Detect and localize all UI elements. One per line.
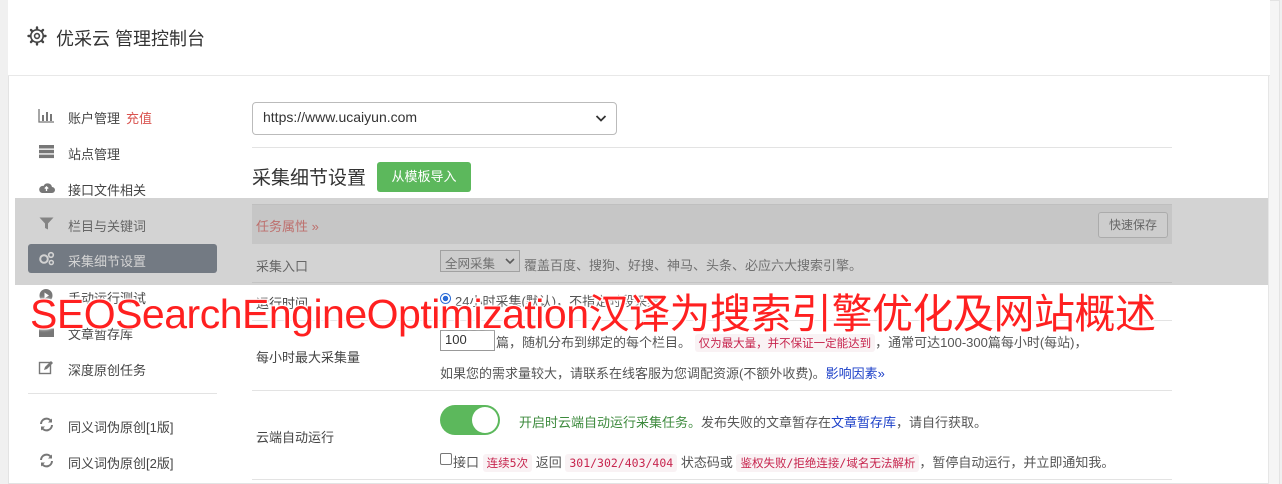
- sidebar-divider: [28, 393, 217, 394]
- site-select[interactable]: https://www.ucaiyun.com: [252, 102, 617, 135]
- divider: [252, 479, 1172, 480]
- sidebar-item-label: 账户管理: [68, 111, 121, 126]
- max-per-hour-line2: 如果您的需求量较大，请联系在线客服为您调配资源(不额外收费)。影响因素»: [440, 366, 885, 381]
- divider: [252, 390, 1172, 391]
- import-template-button[interactable]: 从模板导入: [377, 162, 471, 192]
- cloud-run-label: 云端自动运行: [256, 430, 335, 445]
- edit-icon: [38, 361, 53, 375]
- section-title: 采集细节设置: [252, 168, 367, 189]
- toggle-knob: [472, 407, 498, 433]
- max-per-hour-label: 每小时最大采集量: [256, 350, 361, 365]
- server-icon: [39, 145, 54, 159]
- sidebar-item-label: 接口文件相关: [68, 183, 147, 198]
- chevron-down-icon: [595, 115, 607, 122]
- page-title: 优采云 管理控制台: [56, 29, 206, 49]
- sidebar-item-label: 同义词伪原创[2版]: [68, 456, 174, 471]
- divider: [252, 147, 1172, 148]
- cloud-run-desc: 开启时云端自动运行采集任务。发布失败的文章暂存在文章暂存库，请自行获取。: [519, 415, 988, 430]
- sidebar-item-synonym-v1[interactable]: 同义词伪原创[1版]: [28, 410, 217, 439]
- sidebar-item-deep-original[interactable]: 深度原创任务: [28, 353, 217, 382]
- cloud-upload-icon: [39, 183, 55, 193]
- recharge-link[interactable]: 充值: [126, 111, 152, 126]
- cloud-run-toggle[interactable]: [440, 405, 500, 435]
- sidebar-item-account[interactable]: 账户管理 充值: [28, 101, 217, 130]
- sidebar-item-label: 站点管理: [68, 147, 121, 162]
- sidebar-item-sites[interactable]: 站点管理: [28, 137, 217, 166]
- bar-chart-icon: [38, 109, 54, 123]
- cloud-run-check-text: 接口 连续5次 返回 301/302/403/404 状态码或 鉴权失败/拒绝连…: [453, 454, 1115, 472]
- gear-icon: [27, 26, 47, 46]
- site-select-value: https://www.ucaiyun.com: [263, 109, 418, 125]
- sidebar-item-label: 同义词伪原创[1版]: [68, 420, 174, 435]
- sidebar-item-synonym-v2[interactable]: 同义词伪原创[2版]: [28, 446, 217, 475]
- watermark-banner: SEOSearchEngineOptimization汉译为搜索引擎优化及网站概…: [30, 291, 1156, 337]
- sidebar-item-label: 深度原创任务: [68, 363, 147, 378]
- refresh-icon: [40, 453, 53, 468]
- topbar: 优采云 管理控制台: [8, 0, 1270, 76]
- article-store-link[interactable]: 文章暂存库: [831, 415, 896, 430]
- influence-factors-link[interactable]: 影响因素»: [826, 366, 885, 381]
- refresh-icon: [40, 417, 53, 432]
- notify-checkbox[interactable]: [440, 453, 452, 465]
- overlay-band: [15, 198, 1268, 285]
